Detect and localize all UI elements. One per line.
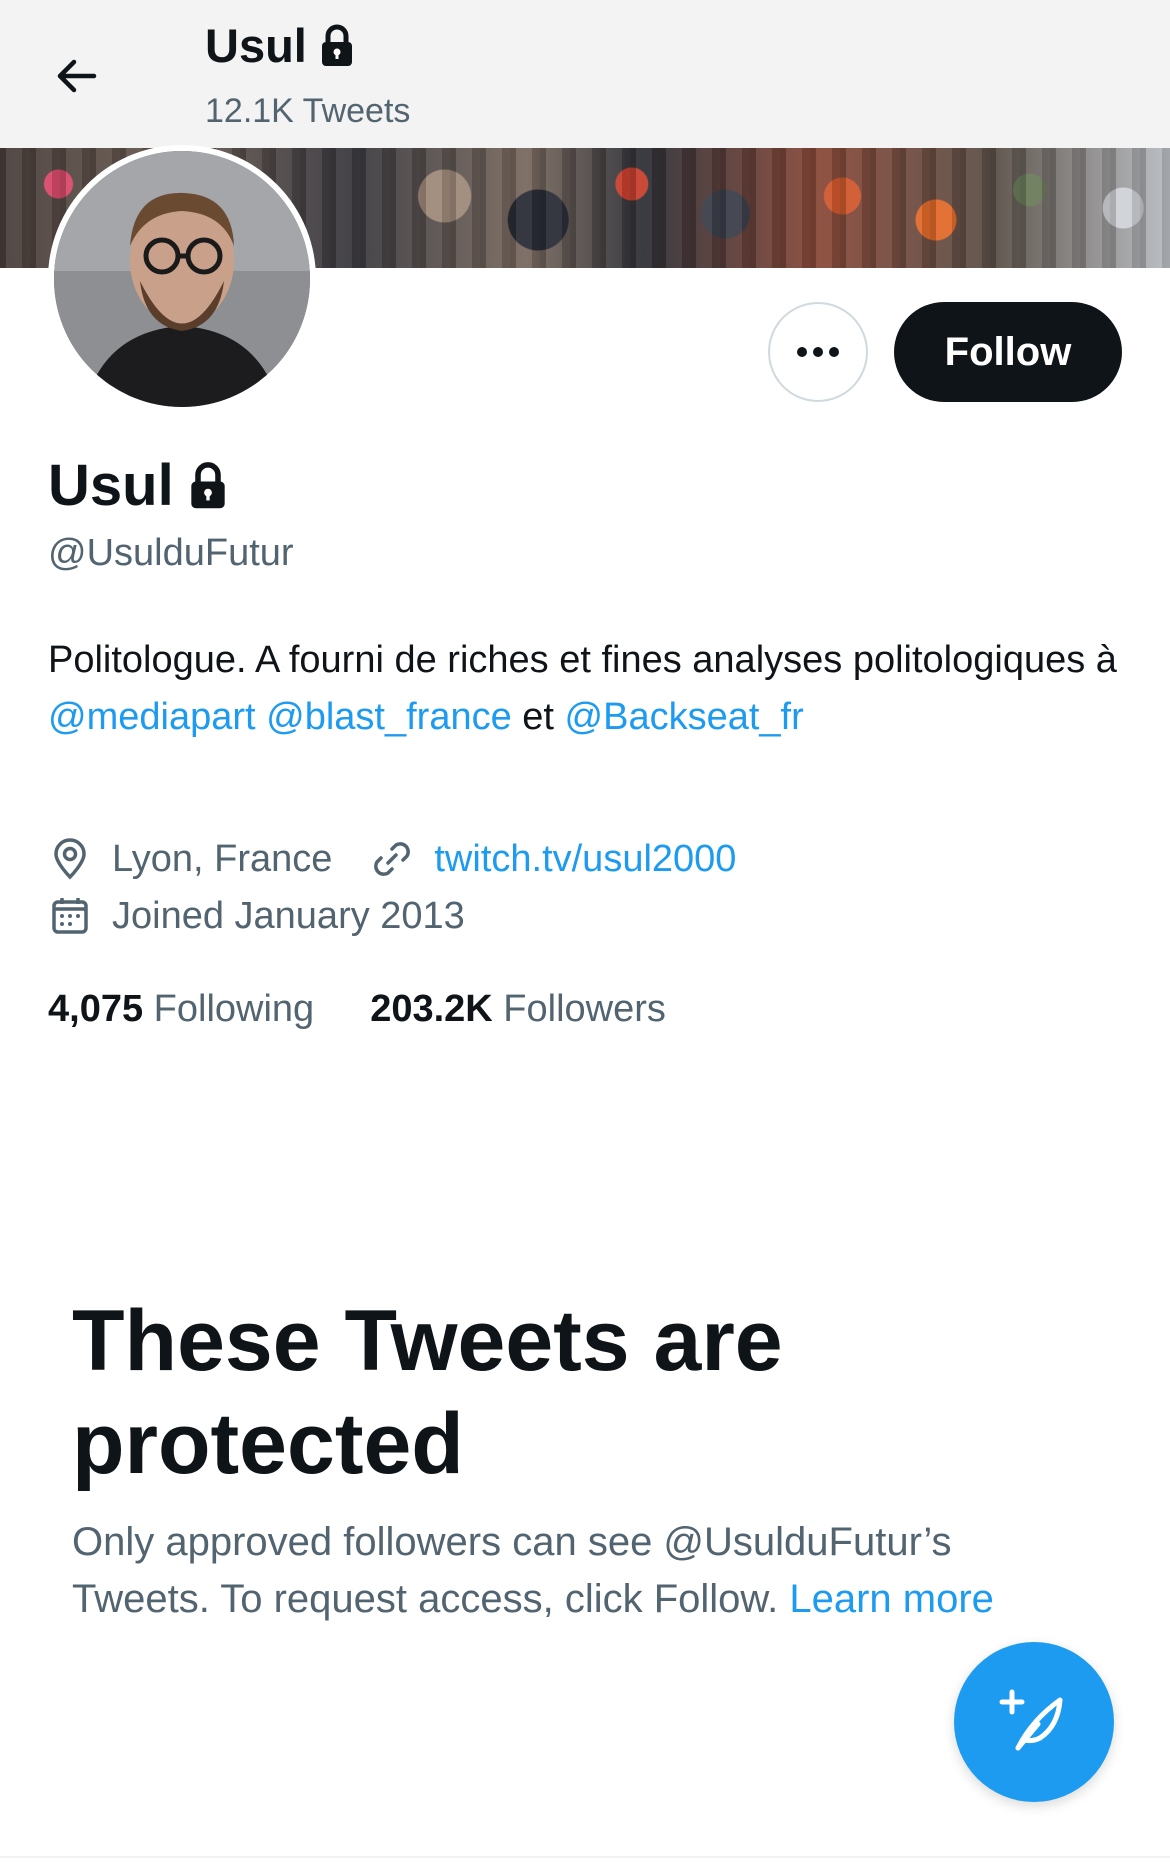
compose-tweet-button[interactable] [954,1642,1114,1802]
lock-icon [321,24,352,66]
more-dots-icon [797,347,839,357]
following-label: Following [153,988,315,1030]
back-button[interactable] [48,52,104,100]
arrow-left-icon [57,59,97,93]
joined-text: Joined January 2013 [112,894,465,937]
profile-meta-row: Lyon, France twitch.tv/usul2000 [48,837,736,881]
profile-joined-row: Joined January 2013 [48,894,465,938]
mention-mediapart[interactable]: @mediapart [48,696,256,738]
following-stat[interactable]: 4,075 Following [48,988,314,1031]
website-link[interactable]: twitch.tv/usul2000 [434,838,736,881]
link-icon [370,837,414,881]
follow-button[interactable]: Follow [894,302,1122,402]
profile-bio: Politologue. A fourni de riches et fines… [48,632,1128,746]
followers-stat[interactable]: 203.2K Followers [370,988,666,1031]
calendar-icon [48,894,92,938]
lock-icon [191,461,225,508]
compose-tweet-icon [999,1689,1063,1751]
bio-text-2: et [511,696,565,738]
followers-label: Followers [503,988,666,1030]
mention-blast-france[interactable]: @blast_france [266,696,512,738]
bio-space [256,696,267,738]
header-tweet-count: 12.1K Tweets [205,92,411,130]
bio-text: Politologue. A fourni de riches et fines… [48,639,1117,681]
learn-more-link[interactable]: Learn more [789,1577,994,1621]
location-pin-icon [48,837,92,881]
profile-name: Usul [48,452,228,519]
more-options-button[interactable] [768,302,868,402]
protected-message: Only approved followers can see @UsulduF… [72,1514,1092,1628]
avatar[interactable] [48,145,316,413]
location-text: Lyon, France [112,837,333,880]
header-title: Usul [205,18,355,73]
top-header: Usul 12.1K Tweets [0,0,1170,148]
divider [0,1856,1170,1858]
profile-stats: 4,075 Following 203.2K Followers [48,988,666,1031]
followers-count: 203.2K [370,988,493,1030]
mention-backseat-fr[interactable]: @Backseat_fr [565,696,804,738]
profile-handle: @UsulduFutur [48,532,294,574]
avatar-image [54,151,310,407]
header-name: Usul [205,19,307,72]
protected-title: These Tweets are protected [72,1293,783,1492]
display-name: Usul [48,453,174,518]
following-count: 4,075 [48,988,144,1030]
